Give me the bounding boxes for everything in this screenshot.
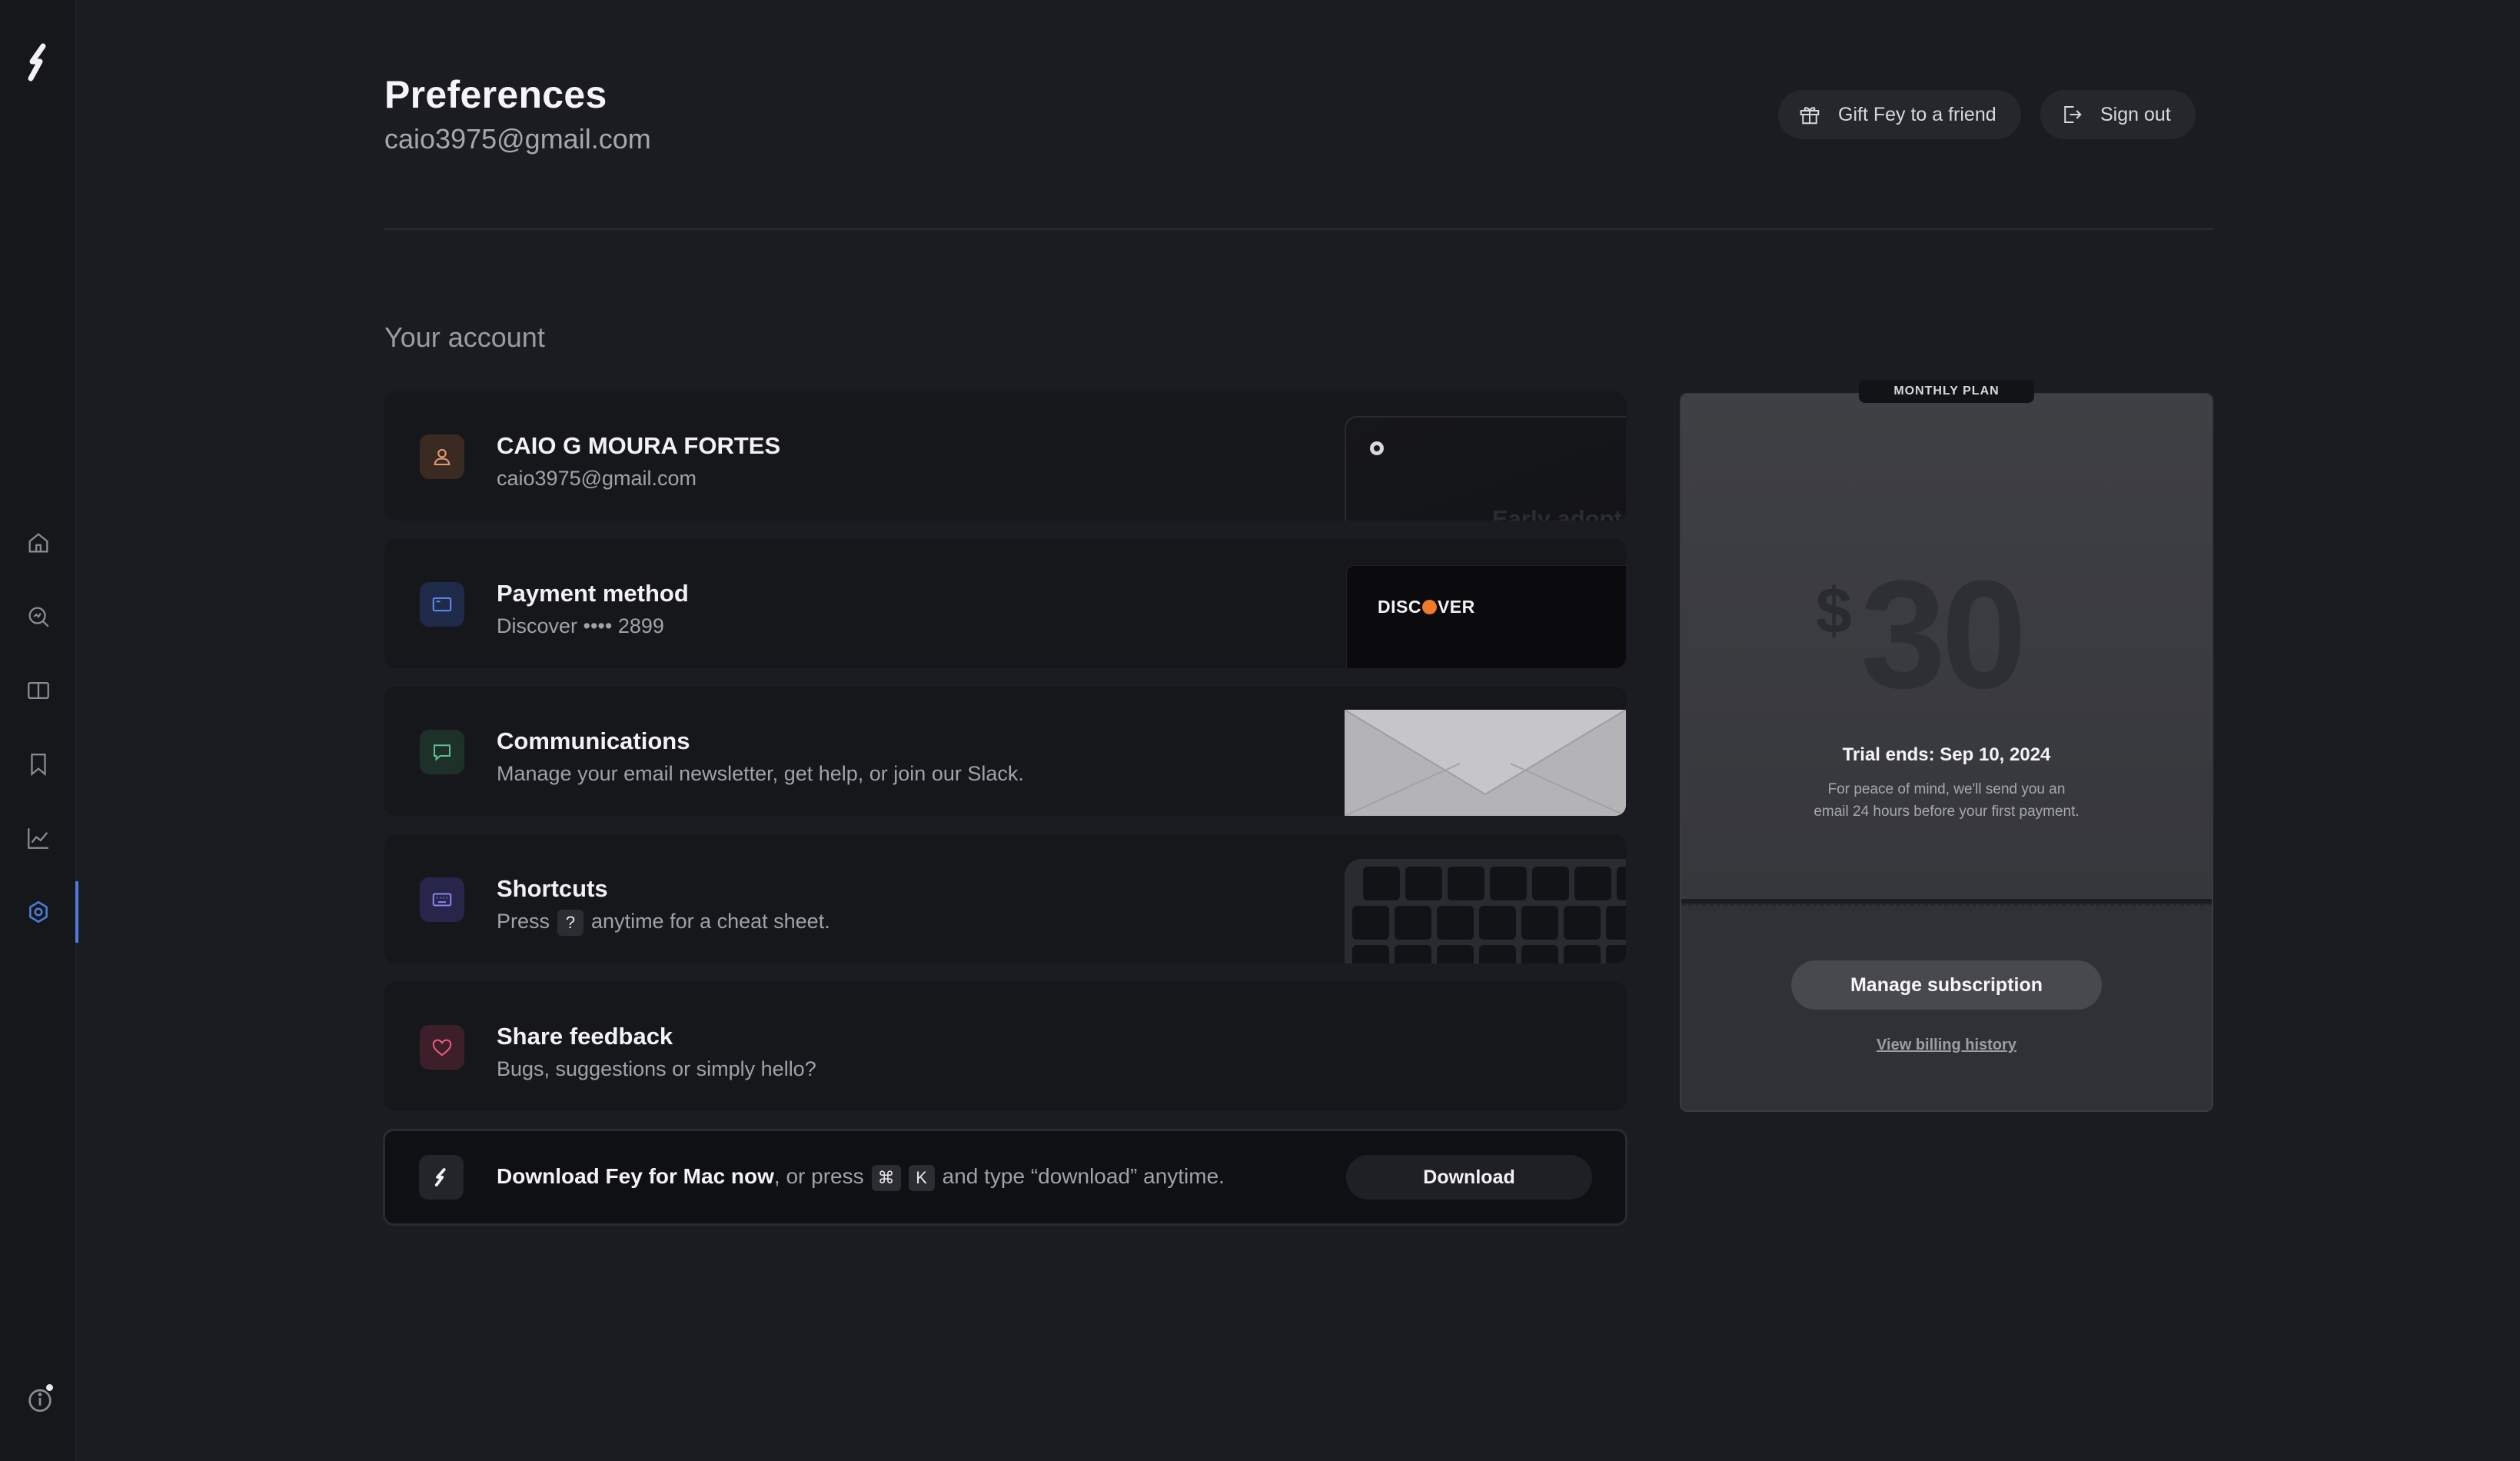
share-feedback-card[interactable]: Share feedback Bugs, suggestions or simp… [384, 982, 1626, 1111]
k-key: K [908, 1164, 935, 1191]
credit-card-icon [420, 582, 464, 627]
payment-method-title: Payment method [497, 580, 689, 607]
fey-logo[interactable] [25, 42, 52, 85]
sign-out-icon [2064, 106, 2082, 123]
sidebar [0, 0, 78, 1461]
command-key: ⌘ [871, 1164, 901, 1191]
account-email: caio3975@gmail.com [384, 123, 651, 155]
shortcuts-desc: Press? anytime for a cheat sheet. [497, 910, 830, 936]
profile-email: caio3975@gmail.com [497, 467, 697, 490]
payment-method-card[interactable]: Payment method Discover •••• 2899 DISC VE… [384, 539, 1626, 668]
profile-name: CAIO G MOURA FORTES [497, 432, 781, 459]
nav-search[interactable] [0, 586, 77, 647]
notification-dot [45, 1383, 55, 1393]
chart-icon [28, 828, 48, 849]
view-billing-history-link[interactable]: View billing history [1680, 1037, 2213, 1054]
shortcuts-card[interactable]: Shortcuts Press? anytime for a cheat shee… [384, 834, 1626, 963]
download-banner: Download Fey for Mac now, or press ⌘ Kand … [383, 1129, 1627, 1226]
bookmark-icon [31, 754, 46, 777]
nav-bookmarks[interactable] [0, 734, 77, 795]
heart-icon [420, 1025, 464, 1070]
book-icon [28, 681, 49, 700]
header-divider [384, 228, 2214, 230]
keyboard-visual [1345, 834, 1626, 963]
sign-out-button[interactable]: Sign out [2040, 90, 2196, 139]
share-feedback-title: Share feedback [497, 1023, 673, 1050]
settings-icon [29, 900, 48, 924]
fey-app-icon [419, 1155, 464, 1200]
plan-tag: MONTHLY PLAN [1859, 380, 2034, 403]
search-icon [28, 607, 49, 627]
chat-bubble-icon [420, 730, 464, 774]
sign-out-label: Sign out [2100, 103, 2171, 125]
nav-library[interactable] [0, 660, 77, 721]
early-adopter-text: Early adopter [1492, 505, 1626, 521]
communications-title: Communications [497, 727, 690, 754]
keyboard-icon [420, 877, 464, 922]
communications-card[interactable]: Communications Manage your email newslet… [384, 687, 1626, 816]
profile-card[interactable]: CAIO G MOURA FORTES caio3975@gmail.com E… [384, 391, 1626, 521]
trial-end-date: Trial ends: Sep 10, 2024 [1842, 744, 2051, 765]
section-title: Your account [384, 321, 545, 353]
nav-home[interactable] [0, 512, 77, 574]
shortcuts-title: Shortcuts [497, 875, 608, 902]
badge-icon [1370, 441, 1384, 455]
envelope-visual [1345, 687, 1626, 816]
trial-note: For peace of mind, we'll send you an ema… [1814, 781, 2079, 820]
share-feedback-desc: Bugs, suggestions or simply hello? [497, 1057, 816, 1080]
communications-desc: Manage your email newsletter, get help, … [497, 762, 1024, 785]
nav-settings[interactable] [0, 881, 78, 943]
price-currency: $ [1816, 574, 1852, 647]
question-key: ? [557, 910, 584, 936]
download-button[interactable]: Download [1346, 1155, 1592, 1200]
discover-card-visual: DISC VER [1345, 539, 1626, 668]
payment-method-desc: Discover •••• 2899 [497, 614, 664, 637]
page-title: Preferences [384, 73, 607, 116]
gift-icon [1800, 107, 1820, 125]
early-adopter-badge-visual: Early adopter [1345, 391, 1626, 521]
user-icon [420, 434, 464, 479]
gift-fey-button[interactable]: Gift Fey to a friend [1778, 90, 2021, 139]
home-icon [28, 533, 48, 553]
gift-fey-label: Gift Fey to a friend [1838, 103, 1996, 125]
price-amount: 30 [1860, 549, 2026, 721]
discover-logo: DISC VER [1378, 597, 1475, 617]
download-text: Download Fey for Mac now, or press ⌘ Kand … [497, 1164, 1225, 1191]
nav-charts[interactable] [0, 807, 77, 869]
manage-subscription-button[interactable]: Manage subscription [1791, 960, 2102, 1010]
